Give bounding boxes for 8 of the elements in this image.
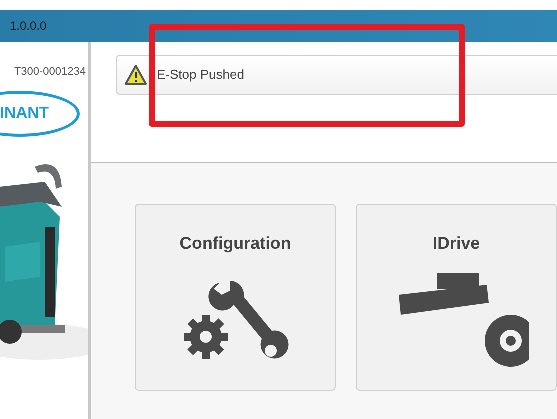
warning-icon	[125, 65, 147, 85]
serial-number: T300-0001234	[14, 65, 86, 80]
machine-icon	[397, 272, 529, 368]
tile-button[interactable]: Configuration	[135, 204, 336, 391]
alert-message: E-Stop Pushed	[157, 66, 244, 84]
window-title: 1.0.0.0	[10, 18, 47, 35]
brand-logo: INANT	[0, 104, 49, 124]
tile-button[interactable]: IDrive	[356, 204, 557, 391]
